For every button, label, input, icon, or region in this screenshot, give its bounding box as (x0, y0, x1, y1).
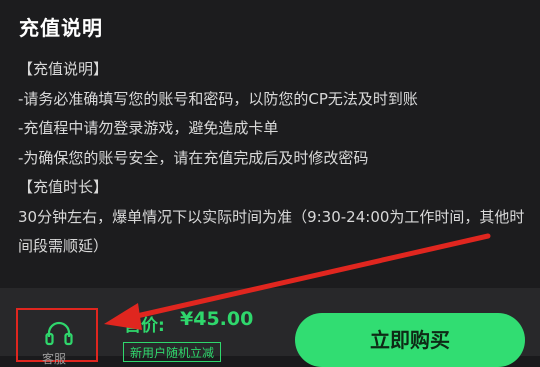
description-line: -为确保您的账号安全，请在充值完成后及时修改密码 (18, 148, 369, 167)
buy-now-button[interactable]: 立即购买 (295, 313, 525, 367)
page-title: 充值说明 (19, 16, 103, 40)
price-value: ¥45.00 (180, 308, 254, 330)
description-line: 30分钟左右，爆单情况下以实际时间为准（9:30-24:00为工作时间，其他时间… (18, 207, 525, 256)
price-label: 售价: (124, 316, 165, 336)
recharge-description: 【充值说明】 -请务必准确填写您的账号和密码，以防您的CP无法及时到账 -充值程… (18, 55, 530, 262)
headset-icon (45, 321, 73, 346)
description-line: 【充值说明】 (18, 60, 109, 78)
service-label: 客服 (42, 352, 67, 366)
description-line: 【充值时长】 (18, 178, 109, 196)
customer-service-button[interactable]: 客服 (16, 308, 98, 366)
description-line: -充值程中请勿登录游戏，避免造成卡单 (18, 119, 279, 137)
description-line: -请务必准确填写您的账号和密码，以防您的CP无法及时到账 (18, 89, 418, 108)
recharge-info-panel: 充值说明 【充值说明】 -请务必准确填写您的账号和密码，以防您的CP无法及时到账… (0, 0, 540, 288)
promo-badge: 新用户随机立减 (123, 342, 222, 362)
